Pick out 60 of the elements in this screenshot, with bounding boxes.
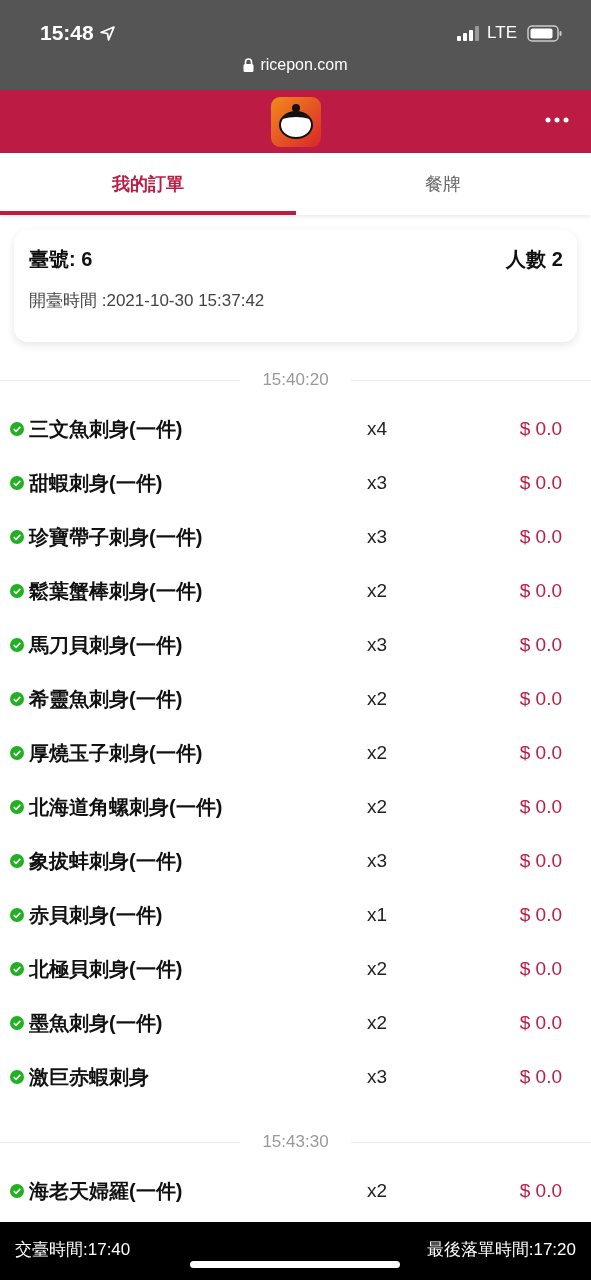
item-name: 馬刀貝刺身(一件)	[29, 632, 184, 658]
signal-icon	[457, 25, 482, 41]
item-name: 象拔蚌刺身(一件)	[29, 848, 184, 874]
item-name: 珍寶帶子刺身(一件)	[29, 524, 204, 550]
item-quantity: x2	[365, 958, 389, 980]
more-menu-icon[interactable]	[543, 115, 571, 125]
item-name: 希靈魚刺身(一件)	[29, 686, 184, 712]
item-quantity: x2	[365, 688, 389, 710]
item-price: $ 0.0	[518, 688, 562, 710]
item-quantity: x3	[365, 850, 389, 872]
item-quantity: x4	[365, 418, 389, 440]
item-price: $ 0.0	[518, 1180, 562, 1202]
item-quantity: x3	[365, 472, 389, 494]
item-price: $ 0.0	[518, 742, 562, 764]
item-quantity: x3	[365, 1066, 389, 1088]
tab[interactable]: 我的訂單	[0, 153, 296, 215]
lock-icon	[243, 58, 255, 72]
item-price: $ 0.0	[518, 1066, 562, 1088]
table-number: 臺號: 6	[29, 247, 93, 272]
item-quantity: x1	[365, 904, 389, 926]
item-quantity: x3	[365, 634, 389, 656]
network-label: LTE	[487, 23, 517, 43]
order-time: 15:40:20	[261, 370, 330, 390]
item-price: $ 0.0	[518, 418, 562, 440]
last-order-time: 最後落單時間:17:20	[426, 1239, 576, 1261]
close-time: 交臺時間:17:40	[15, 1239, 131, 1261]
battery-icon	[527, 24, 563, 42]
item-quantity: x3	[365, 526, 389, 548]
item-name: 厚燒玉子刺身(一件)	[29, 740, 204, 766]
item-price: $ 0.0	[518, 1012, 562, 1034]
item-quantity: x2	[365, 1012, 389, 1034]
order-time: 15:43:30	[261, 1132, 330, 1152]
item-price: $ 0.0	[518, 958, 562, 980]
item-price: $ 0.0	[518, 904, 562, 926]
item-quantity: x2	[365, 1180, 389, 1202]
item-price: $ 0.0	[518, 796, 562, 818]
tab[interactable]: 餐牌	[295, 153, 591, 215]
logo-icon	[270, 96, 321, 147]
item-name: 北極貝刺身(一件)	[29, 956, 184, 982]
item-name: 北海道角螺刺身(一件)	[29, 794, 224, 820]
item-name: 墨魚刺身(一件)	[29, 1010, 164, 1036]
url-text[interactable]: ricepon.com	[260, 56, 348, 74]
item-name: 鬆葉蟹棒刺身(一件)	[29, 578, 204, 604]
item-name: 海老天婦羅(一件)	[29, 1178, 184, 1204]
open-time: 開臺時間 :2021-10-30 15:37:42	[29, 290, 266, 312]
item-price: $ 0.0	[518, 472, 562, 494]
item-quantity: x2	[365, 742, 389, 764]
item-quantity: x2	[365, 580, 389, 602]
item-name: 甜蝦刺身(一件)	[29, 470, 164, 496]
location-arrow-icon	[99, 25, 115, 41]
item-quantity: x2	[365, 796, 389, 818]
item-price: $ 0.0	[518, 634, 562, 656]
guest-count: 人數 2	[506, 247, 563, 272]
item-name: 赤貝刺身(一件)	[29, 902, 164, 928]
item-name: 激巨赤蝦刺身	[29, 1064, 150, 1090]
item-price: $ 0.0	[518, 850, 562, 872]
item-name: 三文魚刺身(一件)	[29, 416, 184, 442]
clock-time: 15:48	[40, 21, 94, 45]
item-price: $ 0.0	[518, 580, 562, 602]
item-price: $ 0.0	[518, 526, 562, 548]
